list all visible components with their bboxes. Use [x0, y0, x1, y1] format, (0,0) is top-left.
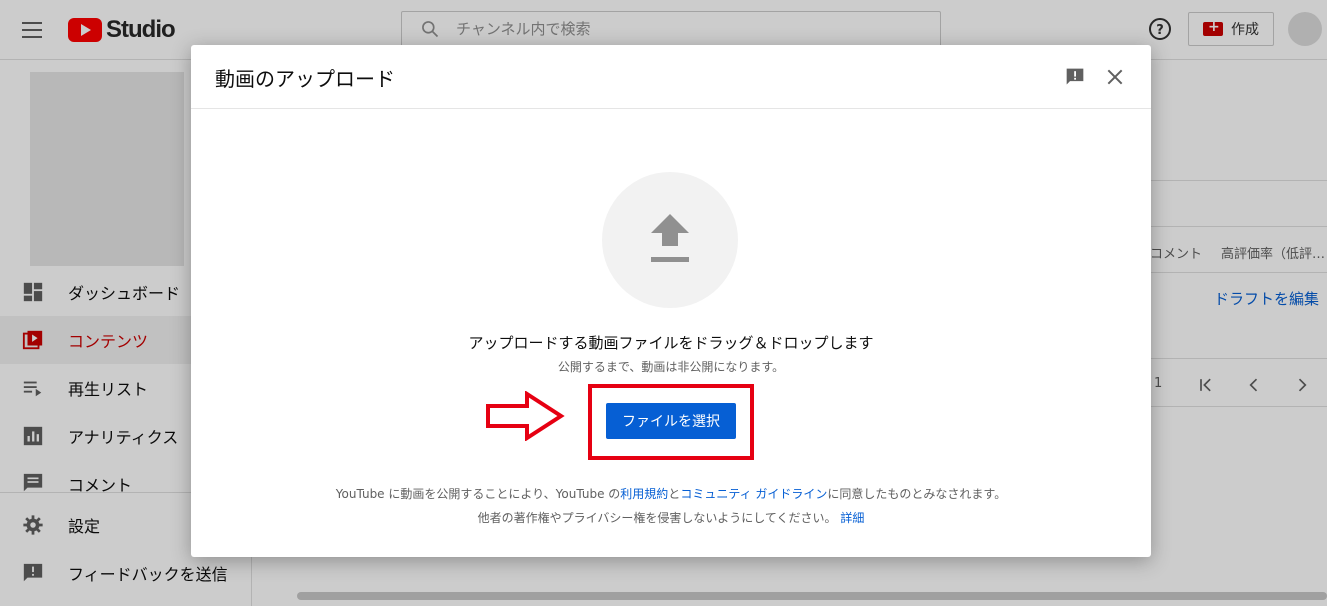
- upload-dialog: 動画のアップロード アップロードする動画ファイルをドラッグ＆ドロップします 公開…: [191, 45, 1151, 557]
- upload-drop-zone[interactable]: [602, 172, 738, 308]
- learn-more-link[interactable]: 詳細: [840, 511, 864, 525]
- select-file-button[interactable]: ファイルを選択: [606, 403, 736, 439]
- terms-text: YouTube に動画を公開することにより、YouTube の: [335, 487, 621, 501]
- feedback-icon[interactable]: [1065, 67, 1085, 87]
- community-guidelines-link[interactable]: コミュニティ ガイドライン: [680, 487, 827, 501]
- dialog-title: 動画のアップロード: [215, 67, 395, 91]
- terms-notice: YouTube に動画を公開することにより、YouTube の利用規約とコミュニ…: [191, 485, 1151, 502]
- copyright-notice: 他者の著作権やプライバシー権を侵害しないようにしてください。 詳細: [191, 509, 1151, 526]
- close-icon[interactable]: [1105, 67, 1125, 87]
- dialog-header: 動画のアップロード: [191, 45, 1151, 109]
- copyright-text: 他者の著作権やプライバシー権を侵害しないようにしてください。: [477, 511, 837, 525]
- terms-of-service-link[interactable]: 利用規約: [620, 487, 668, 501]
- drag-drop-instruction: アップロードする動画ファイルをドラッグ＆ドロップします: [468, 334, 874, 352]
- upload-icon: [651, 214, 689, 262]
- arrow-annotation-icon: [486, 391, 565, 441]
- privacy-note: 公開するまで、動画は非公開になります。: [557, 360, 785, 374]
- terms-text: と: [668, 487, 681, 501]
- terms-text: に同意したものとみなされます。: [827, 487, 1007, 501]
